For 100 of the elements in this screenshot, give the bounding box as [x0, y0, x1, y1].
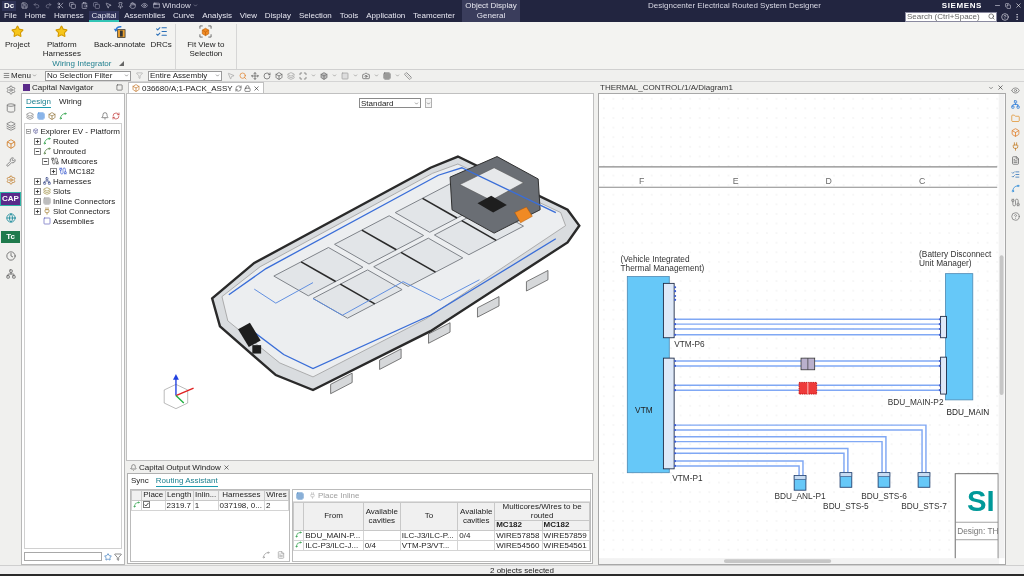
- help-icon[interactable]: [1010, 212, 1020, 221]
- panel-tab[interactable]: Routing Assistant: [155, 476, 218, 487]
- folder-icon[interactable]: [1010, 114, 1020, 123]
- ribbon-button[interactable]: Platform Harnesses: [33, 24, 90, 58]
- checklist-icon[interactable]: [1010, 170, 1020, 179]
- ribbon-button[interactable]: Project: [4, 24, 31, 49]
- cylinder-icon[interactable]: [5, 103, 16, 113]
- plug-icon[interactable]: [1010, 142, 1020, 151]
- menu-tab[interactable]: Analysis: [199, 11, 235, 22]
- checkbox[interactable]: [143, 501, 150, 508]
- grid-icon[interactable]: [37, 112, 45, 120]
- panel-tab[interactable]: Sync: [131, 476, 149, 487]
- window-menu[interactable]: Window: [153, 1, 198, 10]
- eye-icon[interactable]: [1010, 86, 1020, 95]
- star-icon[interactable]: [104, 552, 112, 561]
- tree-item[interactable]: Inline Connectors: [53, 196, 116, 206]
- expand-icon[interactable]: [34, 207, 41, 215]
- assembly-dropdown[interactable]: Entire Assembly: [148, 70, 222, 81]
- copy-icon[interactable]: [69, 2, 77, 9]
- ribbon-button[interactable]: DRCs: [149, 24, 173, 49]
- restore-button[interactable]: [1005, 2, 1011, 9]
- tree-item[interactable]: Slots: [53, 186, 71, 196]
- scrollbar-thumb[interactable]: [999, 255, 1004, 396]
- eye-icon[interactable]: [141, 2, 149, 9]
- connector-symbol[interactable]: [793, 475, 807, 491]
- layers-icon[interactable]: [5, 121, 16, 131]
- view-style-dropdown[interactable]: Standard: [359, 98, 421, 108]
- menu-tab[interactable]: Teamcenter: [410, 11, 458, 22]
- menu-tab[interactable]: View: [236, 11, 260, 22]
- refresh-icon[interactable]: [112, 112, 120, 120]
- paste-icon[interactable]: [81, 2, 89, 9]
- ruler-icon[interactable]: [404, 71, 412, 80]
- cube-icon[interactable]: [5, 139, 16, 149]
- cube-icon[interactable]: [320, 71, 328, 80]
- minimize-button[interactable]: [994, 2, 1001, 9]
- app-tile[interactable]: CAP: [1, 193, 20, 205]
- tree-item[interactable]: Unrouted: [53, 146, 86, 156]
- maximize-icon[interactable]: [299, 71, 307, 80]
- inline-connector-icon[interactable]: [798, 382, 818, 395]
- search-field[interactable]: Search (Ctrl+Space): [905, 11, 997, 22]
- move-icon[interactable]: [251, 71, 259, 80]
- menu-tab[interactable]: Curve: [170, 11, 198, 22]
- network-icon[interactable]: [1010, 100, 1020, 109]
- close-icon[interactable]: [997, 84, 1004, 91]
- menu-tab[interactable]: General: [473, 11, 509, 22]
- connector-symbol[interactable]: [839, 472, 853, 488]
- save-icon[interactable]: [21, 2, 29, 9]
- caret-icon[interactable]: [395, 73, 400, 78]
- ribbon-button[interactable]: Back-annotate: [92, 24, 147, 49]
- model-viewport[interactable]: Standard: [126, 93, 594, 461]
- layers-icon[interactable]: [287, 71, 295, 80]
- curve-icon[interactable]: [262, 551, 270, 559]
- connector-symbol[interactable]: [877, 472, 891, 488]
- inline-connector-icon[interactable]: [800, 357, 816, 371]
- menu-tab[interactable]: Display: [261, 11, 295, 22]
- undo-icon[interactable]: [33, 2, 41, 9]
- hand-icon[interactable]: [129, 2, 137, 9]
- square-icon[interactable]: [341, 71, 349, 80]
- cube-icon[interactable]: [1010, 128, 1020, 137]
- maximize-icon[interactable]: [116, 84, 123, 91]
- document-icon[interactable]: [277, 551, 285, 559]
- wrench-icon[interactable]: [5, 157, 16, 167]
- expand-icon[interactable]: [34, 177, 41, 185]
- copy-icon[interactable]: [93, 2, 101, 9]
- curve-icon[interactable]: [1010, 184, 1020, 193]
- document-tab[interactable]: 036680/A;1-PACK_ASSY: [128, 82, 264, 93]
- connector-symbol[interactable]: [662, 282, 677, 339]
- caret-icon[interactable]: [353, 73, 358, 78]
- tree-item[interactable]: Slot Connectors: [53, 206, 110, 216]
- search-icon[interactable]: [239, 71, 247, 80]
- clock-icon[interactable]: [5, 251, 16, 261]
- menu-tab[interactable]: Selection: [295, 11, 335, 22]
- caret-icon[interactable]: [311, 73, 316, 78]
- tree-item[interactable]: Harnesses: [53, 176, 92, 186]
- tree-item[interactable]: Routed: [53, 136, 79, 146]
- caret-icon[interactable]: [988, 84, 994, 91]
- camera-icon[interactable]: [362, 71, 370, 80]
- caret-icon[interactable]: [374, 73, 379, 78]
- layers-icon[interactable]: [26, 112, 34, 120]
- menu-tab[interactable]: File: [1, 11, 20, 22]
- cube-icon[interactable]: [48, 112, 56, 120]
- menu-tab[interactable]: Harness: [50, 11, 87, 22]
- tree-item[interactable]: MC182: [69, 166, 95, 176]
- menu-tab[interactable]: Tools: [336, 11, 362, 22]
- navigator-tab[interactable]: Design: [26, 97, 51, 108]
- expand-icon[interactable]: [34, 137, 41, 145]
- tree-item[interactable]: Explorer EV - Platform: [40, 126, 120, 136]
- navigator-tab[interactable]: Wiring: [58, 97, 82, 108]
- curve-icon[interactable]: [59, 112, 67, 120]
- filter-icon[interactable]: [114, 552, 122, 561]
- document-icon[interactable]: [1010, 156, 1020, 165]
- diagram-tab[interactable]: THERMAL_CONTROL/1/A/Diagram1: [600, 83, 733, 92]
- ribbon-button[interactable]: Fit View to Selection: [177, 24, 234, 58]
- output-window-tab[interactable]: Capital Output Window: [128, 462, 232, 472]
- collapse-icon[interactable]: [42, 157, 49, 165]
- more-icon[interactable]: [1013, 12, 1021, 21]
- menu-button[interactable]: Menu: [3, 71, 37, 80]
- connector-symbol[interactable]: [917, 472, 931, 488]
- close-button[interactable]: [1015, 2, 1022, 9]
- cube-icon[interactable]: [275, 71, 283, 80]
